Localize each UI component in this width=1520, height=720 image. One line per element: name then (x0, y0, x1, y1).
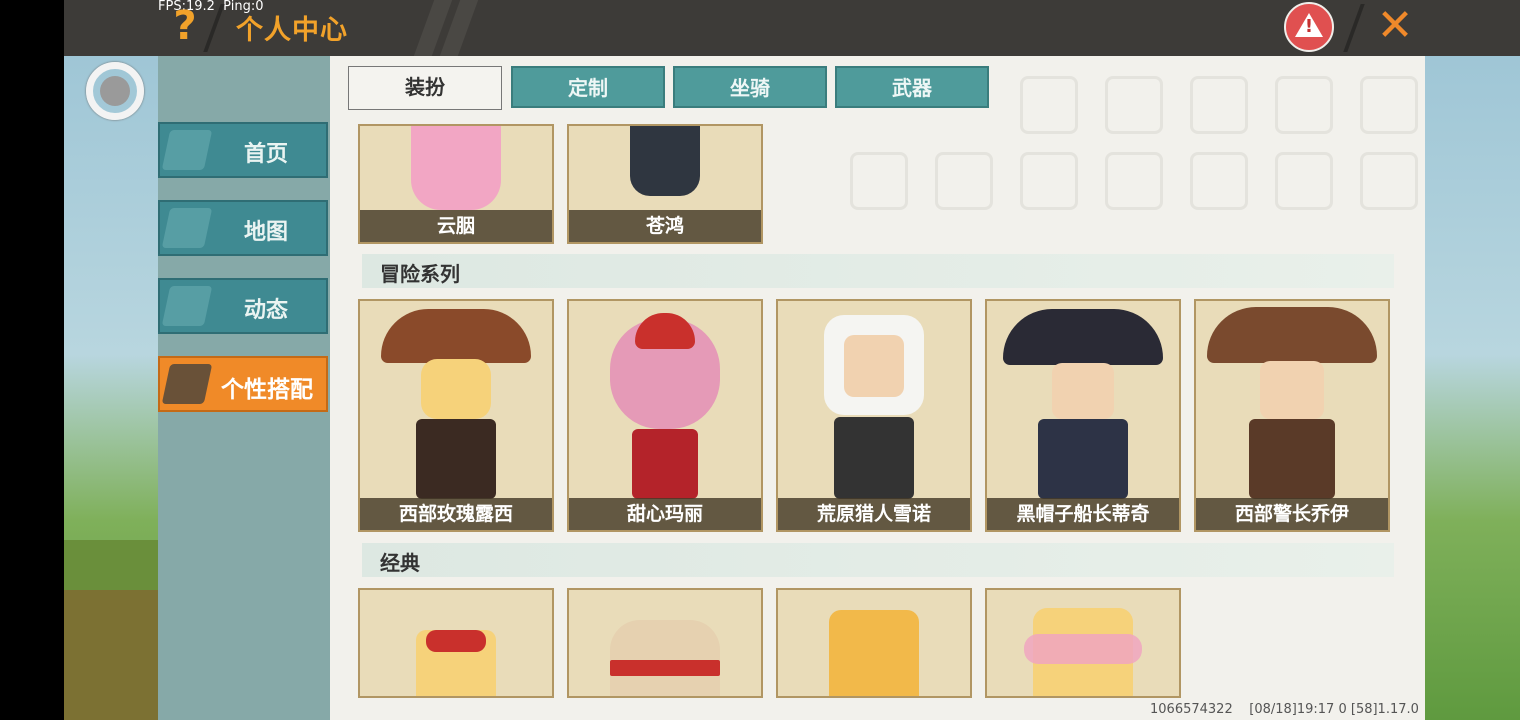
character-figure (630, 126, 700, 196)
decor-pattern (1275, 76, 1333, 134)
outfit-icon (161, 364, 213, 404)
section-header: 冒险系列 (362, 254, 1394, 288)
character-body (632, 429, 698, 499)
decor-pattern (935, 152, 993, 210)
skin-card[interactable]: 苍鸿 (567, 124, 763, 244)
character-body (1038, 419, 1128, 499)
character-head (1052, 363, 1114, 419)
build-version: [58]1.17.0 (1350, 702, 1419, 717)
character-bow (426, 630, 486, 652)
skin-card[interactable] (985, 588, 1181, 698)
character-figure (411, 126, 501, 210)
bell-icon (161, 286, 213, 326)
skin-name: 苍鸿 (569, 210, 761, 242)
help-icon[interactable]: ? (170, 4, 200, 48)
sidebar-item-label: 个性搭配 (221, 377, 313, 403)
character-head (421, 359, 491, 419)
avatar-image (100, 76, 130, 106)
character-head (844, 335, 904, 397)
page-title: 个人中心 (236, 15, 348, 46)
character-hat (381, 309, 531, 363)
sidebar-item-activity[interactable]: 动态 (158, 278, 328, 334)
skin-card[interactable] (567, 588, 763, 698)
build-time: [08/18]19:17 0 (1249, 702, 1347, 717)
decor-pattern (1020, 76, 1078, 134)
background-dirt-block (64, 590, 158, 720)
character-hat (635, 313, 695, 349)
skin-name: 甜心玛丽 (569, 498, 761, 530)
section-title: 经典 (380, 551, 420, 575)
skin-card[interactable] (358, 588, 554, 698)
skin-name: 荒原猎人雪诺 (778, 498, 970, 530)
build-info: 1066574322 [08/18]19:17 0 [58]1.17.0 (1150, 702, 1419, 717)
section-title: 冒险系列 (380, 262, 460, 286)
skin-card[interactable]: 云胭 (358, 124, 554, 244)
sidebar-item-label: 动态 (243, 298, 288, 323)
decor-pattern (1190, 76, 1248, 134)
skin-card[interactable]: 甜心玛丽 (567, 299, 763, 532)
skin-name: 西部警长乔伊 (1196, 498, 1388, 530)
character-headphones (1024, 634, 1142, 664)
decor-pattern (1360, 152, 1418, 210)
decor-pattern (850, 152, 908, 210)
character-body (1249, 419, 1335, 499)
section-header: 经典 (362, 543, 1394, 577)
skin-card[interactable]: 荒原猎人雪诺 (776, 299, 972, 532)
sidebar-item-map[interactable]: 地图 (158, 200, 328, 256)
character-head (1260, 361, 1324, 419)
character-head (829, 610, 919, 696)
sidebar-item-label: 首页 (243, 142, 288, 167)
sidebar-item-home[interactable]: 首页 (158, 122, 328, 178)
character-hat (1207, 307, 1377, 363)
character-head (610, 620, 720, 696)
tab-custom[interactable]: 定制 (511, 66, 665, 108)
sidebar-item-outfit[interactable]: 个性搭配 (158, 356, 328, 412)
decor-pattern (1190, 152, 1248, 210)
character-body (834, 417, 914, 499)
report-warning-icon[interactable]: ! (1284, 2, 1334, 52)
tab-mount[interactable]: 坐骑 (673, 66, 827, 108)
tab-weapon[interactable]: 武器 (835, 66, 989, 108)
decor-pattern (1020, 152, 1078, 210)
character-hat (1003, 309, 1163, 365)
tab-dressup[interactable]: 装扮 (348, 66, 502, 110)
skin-card[interactable]: 西部警长乔伊 (1194, 299, 1390, 532)
map-icon (161, 208, 213, 248)
skin-name: 黑帽子船长蒂奇 (987, 498, 1179, 530)
skin-card[interactable]: 西部玫瑰露西 (358, 299, 554, 532)
skin-name: 云胭 (360, 210, 552, 242)
skin-card[interactable] (776, 588, 972, 698)
decor-pattern (1105, 76, 1163, 134)
user-id: 1066574322 (1150, 702, 1233, 717)
decor-pattern (1275, 152, 1333, 210)
home-icon (161, 130, 213, 170)
character-headband (610, 660, 720, 676)
decor-pattern (1360, 76, 1418, 134)
sidebar-item-label: 地图 (243, 220, 288, 245)
decor-pattern (1105, 152, 1163, 210)
skin-name: 西部玫瑰露西 (360, 498, 552, 530)
avatar[interactable] (86, 62, 144, 120)
character-body (416, 419, 496, 499)
close-icon[interactable]: ✕ (1372, 2, 1418, 50)
skin-card[interactable]: 黑帽子船长蒂奇 (985, 299, 1181, 532)
warning-mark: ! (1304, 16, 1314, 37)
